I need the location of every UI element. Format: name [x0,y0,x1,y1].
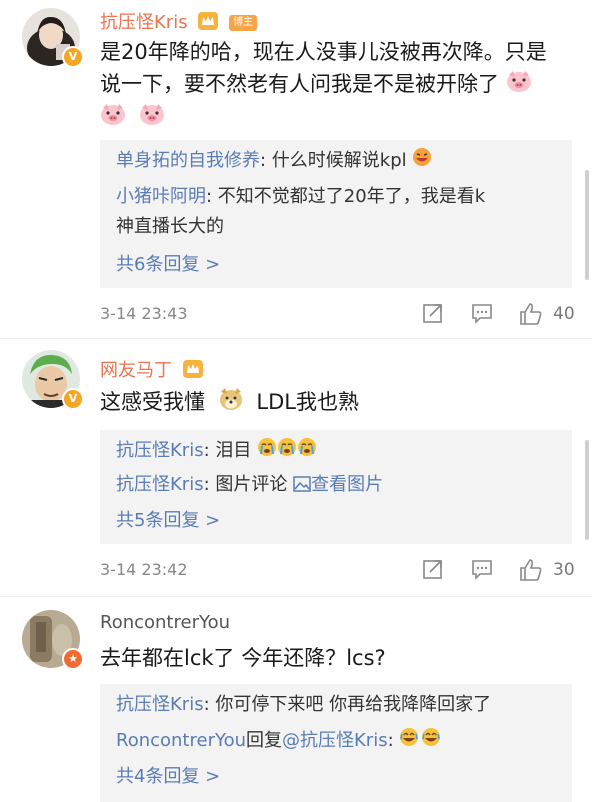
username-text[interactable]: 抗压怪Kris [100,12,188,33]
image-icon [293,476,311,492]
timestamp: 3-14 23:42 [100,560,188,579]
laugh-emoji-icon [399,727,441,756]
comment-text-line: 说一下，要不然老有人问我是不是被开除了 [100,68,570,102]
more-replies-link[interactable]: 共6条回复 > [116,250,556,279]
view-image-link[interactable]: 查看图片 [293,474,383,495]
comment-text: 去年都在lck了 今年还降？lcs? [100,646,386,670]
doge-emoji-icon [218,387,244,420]
avatar[interactable]: V [22,8,84,68]
pig-emoji-icon [506,69,532,102]
reply-username[interactable]: 抗压怪Kris [116,474,204,495]
reply-item[interactable]: 小猪咔阿明: 不知不觉都过了20年了，我是看k [116,182,556,211]
reply-text-cont: 神直播长大的 [116,216,224,237]
pig-emoji-icon [100,102,126,135]
like-count: 40 [553,304,575,324]
laugh-emoji-icon [412,147,432,176]
username-text[interactable]: RoncontrerYou [100,612,230,633]
scrollbar[interactable] [585,440,589,540]
divider [0,338,592,339]
like-count: 30 [553,560,575,580]
comment-text-line: 是20年降的哈，现在人没事儿没被再次降。只是 [100,40,547,64]
avatar[interactable]: V [22,350,84,410]
scrollbar[interactable] [585,170,589,280]
reply-item[interactable]: RoncontrerYou回复@抗压怪Kris: [116,726,556,756]
forward-icon[interactable] [422,302,444,328]
cry-emoji-icon [257,437,317,466]
host-badge: 博主 [229,15,258,31]
reply-username[interactable]: 单身拓的自我修养 [116,150,260,171]
timestamp: 3-14 23:43 [100,304,188,323]
reply-username[interactable]: RoncontrerYou [116,730,246,751]
more-replies-link[interactable]: 共5条回复 > [116,506,556,535]
reply-item[interactable]: 抗压怪Kris: 图片评论 查看图片 [116,470,556,499]
like-icon[interactable] [519,558,543,586]
crown-icon [182,359,204,384]
verified-badge-icon: V [62,388,84,410]
reply-box[interactable]: 抗压怪Kris: 泪目 抗压怪Kris: 图片评论 查看图片 共5条回复 > [100,430,572,544]
comment-meta: 3-14 23:43 40 [100,302,575,328]
comment-icon[interactable] [471,302,493,328]
comment-text-line [100,102,570,136]
reply-item[interactable]: 单身拓的自我修养: 什么时候解说kpl [116,146,556,176]
username[interactable]: 网友马丁 [100,356,204,384]
mention-link[interactable]: @抗压怪Kris [282,730,388,751]
comment-text: 是20年降的哈，现在人没事儿没被再次降。只是 说一下，要不然老有人问我是不是被开… [100,36,570,135]
like-icon[interactable] [519,302,543,330]
member-badge-icon: ★ [62,648,84,670]
verified-badge-icon: V [62,46,84,68]
avatar[interactable]: ★ [22,610,84,670]
comment-icon[interactable] [471,558,493,584]
reply-username[interactable]: 抗压怪Kris [116,440,204,461]
username[interactable]: 抗压怪Kris 博主 [100,8,258,36]
comment-meta: 3-14 23:42 30 [100,558,575,584]
crown-icon [197,11,219,36]
username[interactable]: RoncontrerYou [100,612,230,633]
comment-text: 这感受我懂 LDL我也熟 [100,386,570,420]
reply-box[interactable]: 单身拓的自我修养: 什么时候解说kpl 小猪咔阿明: 不知不觉都过了20年了，我… [100,140,572,288]
forward-icon[interactable] [422,558,444,584]
divider [0,596,592,597]
pig-emoji-icon [139,102,165,135]
reply-item[interactable]: 抗压怪Kris: 你可停下来吧 你再给我降降回家了 [116,690,556,719]
reply-item[interactable]: 抗压怪Kris: 泪目 [116,436,556,466]
username-text[interactable]: 网友马丁 [100,360,172,381]
reply-username[interactable]: 抗压怪Kris [116,694,204,715]
reply-box[interactable]: 抗压怪Kris: 你可停下来吧 你再给我降降回家了 RoncontrerYou回… [100,684,572,802]
reply-username[interactable]: 小猪咔阿明 [116,186,206,207]
more-replies-link[interactable]: 共4条回复 > [116,762,556,791]
